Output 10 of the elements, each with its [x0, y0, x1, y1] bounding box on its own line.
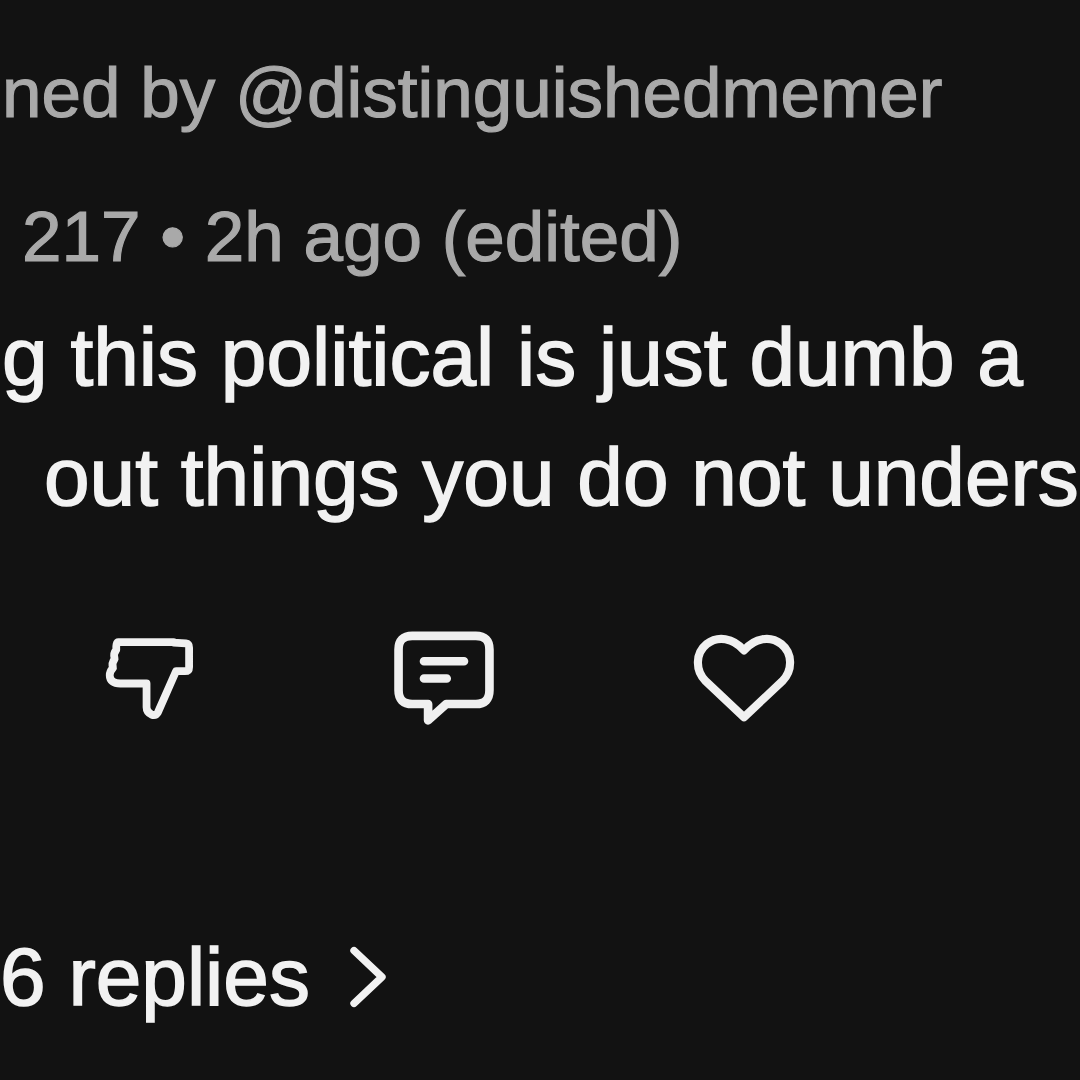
- reply-button[interactable]: [394, 631, 494, 727]
- comment-text-line: out things you do not unders: [44, 430, 1079, 524]
- like-button[interactable]: [694, 634, 794, 724]
- chevron-right-icon: [347, 946, 388, 1008]
- speech-bubble-icon: [394, 631, 494, 727]
- replies-link[interactable]: 6 replies: [0, 927, 388, 1027]
- heart-icon: [694, 634, 794, 724]
- comment-text-line: g this political is just dumb a: [2, 310, 1023, 404]
- dislike-button[interactable]: [104, 636, 194, 722]
- thumbs-down-icon: [104, 636, 194, 722]
